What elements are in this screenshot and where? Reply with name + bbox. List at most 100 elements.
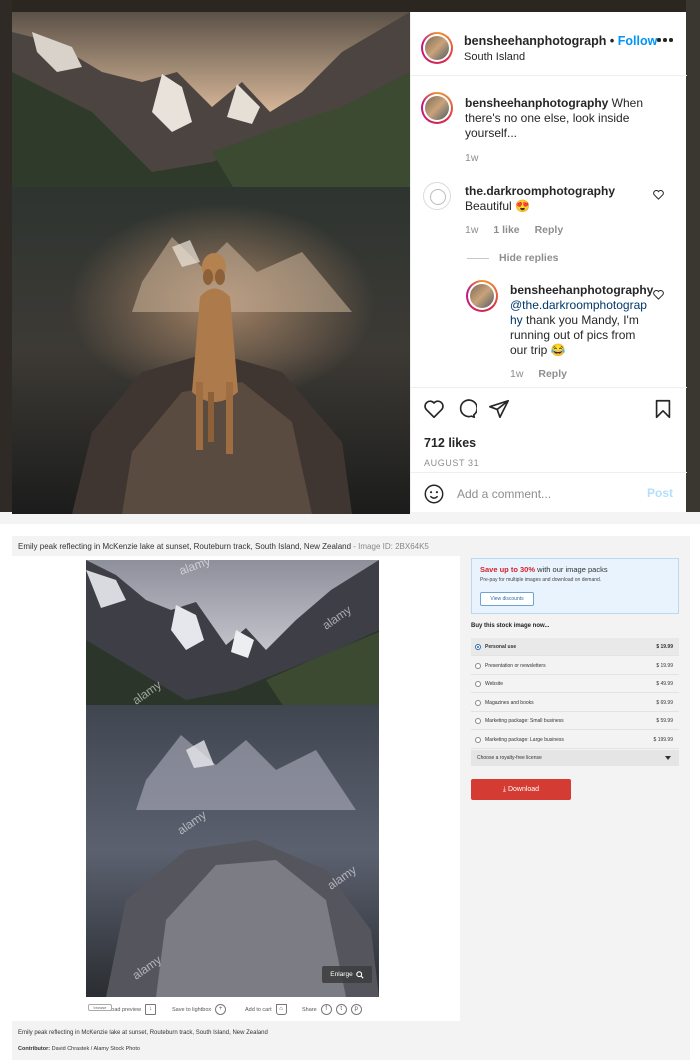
download-button[interactable]: ⤓ Download	[471, 779, 571, 800]
post-header-username-row: bensheehanphotograph • Follow	[464, 34, 657, 48]
reply-text: bensheehanphotography @the.darkroomphotog…	[510, 283, 653, 358]
more-horizontal-icon[interactable]	[657, 38, 673, 44]
facebook-icon[interactable]: f	[320, 1004, 332, 1015]
share-label: Share	[302, 1006, 317, 1013]
screenshot-root: bensheehanphotograph • Follow South Isla…	[0, 0, 700, 1064]
price-option-price: $ 59.99	[656, 718, 673, 724]
price-option-price: $ 49.99	[656, 681, 673, 687]
buy-heading: Buy this stock image now...	[471, 623, 550, 629]
post-actions: 712 likes AUGUST 31 Post	[411, 387, 687, 512]
offer-highlight: Save up to 30%	[480, 565, 536, 574]
comment-body: Beautiful 😍	[465, 199, 530, 213]
comment-like-count[interactable]: 1 like	[493, 224, 519, 236]
post-photo	[12, 12, 410, 514]
radio-button[interactable]	[475, 662, 481, 669]
reply-avatar[interactable]	[466, 280, 498, 312]
comment-reply-button[interactable]: Reply	[535, 224, 564, 236]
price-option-row[interactable]: Presentation or newsletters $ 19.99	[471, 657, 679, 675]
radio-button[interactable]	[475, 718, 481, 724]
author-avatar[interactable]	[421, 32, 453, 64]
cart-icon: ⌂	[275, 1004, 287, 1015]
offer-subtext: Pre-pay for multiple images and download…	[480, 577, 602, 583]
offer-heading: Save up to 30% with our image packs	[480, 565, 608, 574]
plus-icon: +	[215, 1004, 227, 1015]
post-date[interactable]: AUGUST 31	[424, 458, 479, 468]
hide-replies-button[interactable]: Hide replies	[499, 252, 559, 264]
radio-button[interactable]	[475, 699, 481, 706]
reply-body: thank you Mandy, I'm running out of pics…	[510, 313, 639, 357]
reply-time[interactable]: 1w	[510, 368, 523, 380]
price-option-label: Marketing package: Small business	[485, 718, 564, 724]
stock-photo-page: Emily peak reflecting in McKenzie lake a…	[12, 536, 690, 1060]
price-option-price: $ 69.99	[656, 699, 673, 706]
separator-dot: •	[609, 34, 615, 48]
download-icon: ↓	[144, 1004, 156, 1015]
reply-meta: 1w Reply	[510, 368, 579, 380]
price-option-label: Marketing package: Large business	[485, 736, 564, 743]
like-count[interactable]: 712 likes	[424, 436, 476, 450]
price-option-price: $ 199.99	[653, 736, 673, 743]
view-discounts-button[interactable]: View discounts	[480, 592, 534, 606]
instagram-post-modal: bensheehanphotograph • Follow South Isla…	[0, 0, 700, 524]
heart-icon[interactable]	[423, 398, 445, 420]
author-username[interactable]: bensheehanphotograph	[464, 34, 606, 48]
twitter-icon[interactable]: t	[335, 1004, 347, 1015]
stock-caption: Emily peak reflecting in McKenzie lake a…	[18, 1030, 268, 1036]
add-comment-input[interactable]	[457, 484, 637, 504]
reply-like-heart-icon[interactable]	[653, 290, 664, 300]
caption-username[interactable]: bensheehanphotography	[465, 96, 608, 110]
commenter-avatar[interactable]	[423, 182, 451, 210]
post-header: bensheehanphotograph • Follow South Isla…	[411, 12, 687, 76]
price-option-row[interactable]: Marketing package: Small business $ 59.99	[471, 712, 679, 730]
comment-text: the.darkroomphotography Beautiful 😍	[465, 184, 650, 214]
license-select[interactable]: Choose a royalty-free license	[471, 750, 679, 766]
paper-plane-icon[interactable]	[488, 398, 510, 420]
stock-image-id: - Image ID: 2BX64K5	[351, 542, 429, 551]
hide-replies-line	[467, 258, 489, 259]
caption-text: bensheehanphotography When there's no on…	[465, 96, 655, 141]
caption-avatar[interactable]	[421, 92, 453, 124]
comment-icon[interactable]	[455, 398, 477, 420]
contributor-label: Contributor:	[18, 1046, 51, 1052]
caption-time[interactable]: 1w	[465, 152, 478, 164]
stock-title-text: Emily peak reflecting in McKenzie lake a…	[18, 542, 352, 551]
price-option-price: $ 19.99	[656, 644, 673, 650]
comment-time[interactable]: 1w	[465, 224, 478, 236]
smiley-icon[interactable]	[423, 483, 445, 505]
price-option-label: Presentation or newsletters	[485, 662, 546, 669]
radio-button[interactable]	[475, 644, 481, 650]
browse-chip[interactable]: browse	[88, 1004, 112, 1011]
price-option-row[interactable]: Magazines and books $ 69.99	[471, 694, 679, 712]
radio-button[interactable]	[475, 736, 481, 743]
price-option-row[interactable]: Marketing package: Large business $ 199.9…	[471, 731, 679, 749]
reply-username[interactable]: bensheehanphotography	[510, 283, 653, 297]
save-lightbox-label: Save to lightbox	[172, 1006, 212, 1013]
chevron-down-icon	[665, 756, 671, 760]
bookmark-icon[interactable]	[652, 398, 674, 420]
pinterest-icon[interactable]: p	[350, 1004, 362, 1015]
radio-button[interactable]	[475, 681, 481, 687]
price-option-label: Personal use	[485, 644, 517, 650]
reply-reply-button[interactable]: Reply	[538, 368, 567, 380]
magnifier-icon	[355, 970, 364, 979]
price-option-row[interactable]: Personal use $ 19.99	[471, 638, 679, 656]
post-comment-button[interactable]: Post	[647, 486, 673, 500]
contributor-name[interactable]: David Chrastek / Alamy Stock Photo	[50, 1046, 140, 1052]
comment-like-heart-icon[interactable]	[653, 190, 664, 200]
stock-page-title: Emily peak reflecting in McKenzie lake a…	[18, 542, 429, 551]
comment-meta: 1w 1 like Reply	[465, 224, 575, 236]
license-select-label: Choose a royalty-free license	[477, 755, 542, 761]
price-option-price: $ 19.99	[656, 662, 673, 669]
follow-button[interactable]: Follow	[618, 34, 658, 48]
add-cart-tool[interactable]: Add to cart ⌂	[245, 1004, 287, 1015]
comment-username[interactable]: the.darkroomphotography	[465, 184, 615, 198]
price-option-row[interactable]: Website $ 49.99	[471, 675, 679, 693]
location-link[interactable]: South Island	[464, 51, 525, 63]
price-option-label: Magazines and books	[485, 699, 534, 706]
save-lightbox-tool[interactable]: Save to lightbox +	[172, 1004, 227, 1015]
enlarge-button[interactable]: Enlarge	[322, 966, 372, 983]
stock-image-card: alamy alamy alamy alamy alamy alamy Enla…	[12, 556, 460, 1021]
share-tool[interactable]: Share f t p	[302, 1004, 362, 1015]
offer-rest: with our image packs	[535, 565, 608, 574]
stock-photo[interactable]: alamy alamy alamy alamy alamy alamy	[86, 560, 379, 997]
